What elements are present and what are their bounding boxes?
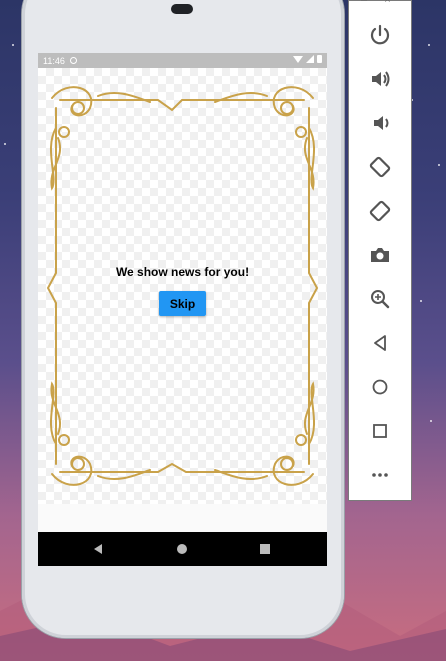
minimize-button[interactable]: – bbox=[361, 0, 367, 6]
ornamental-gold-frame bbox=[46, 86, 319, 486]
more-icon[interactable] bbox=[368, 463, 392, 487]
wifi-icon bbox=[293, 55, 303, 63]
emulator-toolbar: – × bbox=[348, 0, 412, 501]
status-bar: 11:46 bbox=[38, 53, 327, 68]
device-screen: 11:46 We show news for you! Skip bbox=[38, 53, 327, 566]
home-icon[interactable] bbox=[368, 375, 392, 399]
overview-icon[interactable] bbox=[368, 419, 392, 443]
status-time: 11:46 bbox=[43, 55, 65, 66]
skip-button[interactable]: Skip bbox=[159, 291, 206, 316]
camera-icon[interactable] bbox=[368, 243, 392, 267]
volume-down-icon[interactable] bbox=[368, 111, 392, 135]
zoom-icon[interactable] bbox=[368, 287, 392, 311]
back-icon[interactable] bbox=[368, 331, 392, 355]
nav-home-icon[interactable] bbox=[177, 544, 187, 554]
nav-recents-icon[interactable] bbox=[260, 544, 270, 554]
volume-up-icon[interactable] bbox=[368, 67, 392, 91]
proximity-sensor bbox=[171, 4, 193, 14]
nav-back-icon[interactable] bbox=[94, 544, 102, 554]
rotate-left-icon[interactable] bbox=[368, 155, 392, 179]
power-icon[interactable] bbox=[368, 23, 392, 47]
sync-icon bbox=[69, 57, 77, 64]
close-button[interactable]: × bbox=[384, 0, 390, 6]
bottom-blank-area bbox=[38, 504, 327, 532]
battery-icon bbox=[317, 55, 322, 63]
signal-icon bbox=[306, 55, 314, 63]
window-controls: – × bbox=[361, 0, 405, 6]
android-nav-bar bbox=[38, 532, 327, 566]
rotate-right-icon[interactable] bbox=[368, 199, 392, 223]
headline-text: We show news for you! bbox=[115, 265, 250, 279]
